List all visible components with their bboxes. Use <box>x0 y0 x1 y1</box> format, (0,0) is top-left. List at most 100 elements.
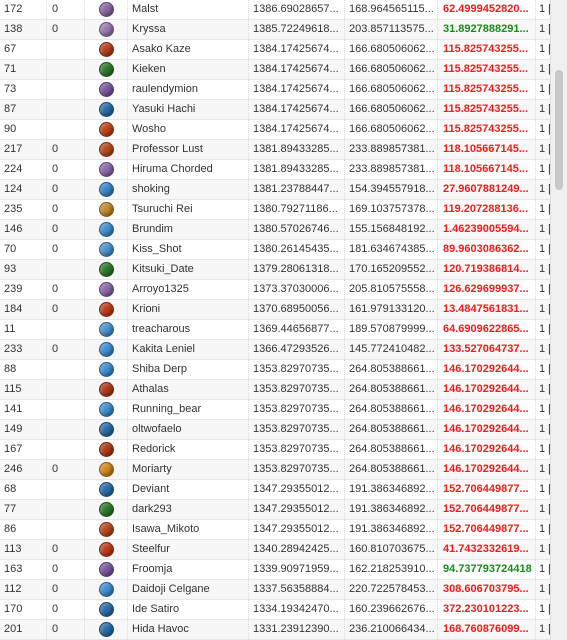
player-name-cell[interactable]: Deviant <box>128 480 249 499</box>
table-row[interactable]: 86 Isawa_Mikoto 1347.29355012... 191.386346… <box>0 520 567 540</box>
change-cell: 152.706449877... <box>438 480 536 499</box>
table-row[interactable]: 141 Running_bear 1353.82970735... 264.80538… <box>0 400 567 420</box>
change-cell: 126.629699937... <box>438 280 536 299</box>
player-name-cell[interactable]: Professor Lust <box>128 140 249 159</box>
avatar-icon <box>99 102 114 117</box>
avatar-icon <box>99 122 114 137</box>
avatar-cell <box>85 460 128 479</box>
table-row[interactable]: 146 0 Brundim 1380.57026746... 155.156848192… <box>0 220 567 240</box>
change-cell: 119.207288136... <box>438 200 536 219</box>
table-row[interactable]: 184 0 Krioni 1370.68950056... 161.979133120.… <box>0 300 567 320</box>
avatar-cell <box>85 260 128 279</box>
extra-cell: 1 [ <box>539 163 550 175</box>
vertical-scrollbar[interactable] <box>550 0 567 640</box>
table-row[interactable]: 11 treacharous 1369.44656877... 189.5708799… <box>0 320 567 340</box>
extra-cell: 1 [ <box>539 543 550 555</box>
avatar-icon <box>99 42 114 57</box>
player-name-cell[interactable]: Froomja <box>128 560 249 579</box>
deviation-cell: 264.805388661... <box>345 400 438 419</box>
table-row[interactable]: 67 Asako Kaze 1384.17425674... 166.68050606… <box>0 40 567 60</box>
change-cell: 118.105667145... <box>438 160 536 179</box>
extra-cell: 1 [ <box>539 503 550 515</box>
table-row[interactable]: 71 Kieken 1384.17425674... 166.680506062...… <box>0 60 567 80</box>
table-row[interactable]: 149 oltwofaelo 1353.82970735... 264.8053886… <box>0 420 567 440</box>
player-name-cell[interactable]: shoking <box>128 180 249 199</box>
table-row[interactable]: 68 Deviant 1347.29355012... 191.386346892..… <box>0 480 567 500</box>
count-cell <box>47 520 85 539</box>
player-name-cell[interactable]: raulendymion <box>128 80 249 99</box>
player-name-cell[interactable]: Running_bear <box>128 400 249 419</box>
player-name-cell[interactable]: Tsuruchi Rei <box>128 200 249 219</box>
player-name-cell[interactable]: Hida Havoc <box>128 620 249 639</box>
player-name-cell[interactable]: Kiss_Shot <box>128 240 249 259</box>
table-row[interactable]: 70 0 Kiss_Shot 1380.26145435... 181.63467438… <box>0 240 567 260</box>
table-row[interactable]: 224 0 Hiruma Chorded 1381.89433285... 233.88… <box>0 160 567 180</box>
table-row[interactable]: 172 0 Malst 1386.69028657... 168.964565115..… <box>0 0 567 20</box>
table-row[interactable]: 163 0 Froomja 1339.90971959... 162.218253910… <box>0 560 567 580</box>
table-row[interactable]: 93 Kitsuki_Date 1379.28061318... 170.165209… <box>0 260 567 280</box>
deviation-cell: 181.634674385... <box>345 240 438 259</box>
player-name-cell[interactable]: Malst <box>128 0 249 19</box>
table-row[interactable]: 246 0 Moriarty 1353.82970735... 264.80538866… <box>0 460 567 480</box>
player-name-cell[interactable]: Kitsuki_Date <box>128 260 249 279</box>
player-name-cell[interactable]: Arroyo1325 <box>128 280 249 299</box>
table-row[interactable]: 124 0 shoking 1381.23788447... 154.394557918… <box>0 180 567 200</box>
scrollbar-thumb[interactable] <box>555 70 563 190</box>
player-name-cell[interactable]: Yasuki Hachi <box>128 100 249 119</box>
avatar-cell <box>85 0 128 19</box>
count-cell <box>47 500 85 519</box>
player-name-cell[interactable]: Asako Kaze <box>128 40 249 59</box>
deviation-cell: 264.805388661... <box>345 380 438 399</box>
player-name-cell[interactable]: Wosho <box>128 120 249 139</box>
player-name-cell[interactable]: Athalas <box>128 380 249 399</box>
player-name-cell[interactable]: treacharous <box>128 320 249 339</box>
player-name-cell[interactable]: Isawa_Mikoto <box>128 520 249 539</box>
rating-cell: 1353.82970735... <box>249 420 345 439</box>
extra-cell: 1 [ <box>539 123 550 135</box>
player-name-cell[interactable]: Kieken <box>128 60 249 79</box>
table-row[interactable]: 201 0 Hida Havoc 1331.23912390... 236.210066… <box>0 620 567 640</box>
player-name-cell[interactable]: Ide Satiro <box>128 600 249 619</box>
player-id-cell: 233 <box>0 340 47 359</box>
table-row[interactable]: 170 0 Ide Satiro 1334.19342470... 160.239662… <box>0 600 567 620</box>
player-name-cell[interactable]: Shiba Derp <box>128 360 249 379</box>
table-row[interactable]: 88 Shiba Derp 1353.82970735... 264.80538866… <box>0 360 567 380</box>
table-row[interactable]: 233 0 Kakita Leniel 1366.47293526... 145.772… <box>0 340 567 360</box>
deviation-cell: 145.772410482... <box>345 340 438 359</box>
avatar-icon <box>99 82 114 97</box>
avatar-icon <box>99 162 114 177</box>
change-cell: 115.825743255... <box>438 60 536 79</box>
player-name-cell[interactable]: Redorick <box>128 440 249 459</box>
player-name-cell[interactable]: Daidoji Celgane <box>128 580 249 599</box>
table-row[interactable]: 73 raulendymion 1384.17425674... 166.680506… <box>0 80 567 100</box>
table-row[interactable]: 217 0 Professor Lust 1381.89433285... 233.88… <box>0 140 567 160</box>
avatar-cell <box>85 140 128 159</box>
table-row[interactable]: 113 0 Steelfur 1340.28942425... 160.81070367… <box>0 540 567 560</box>
count-cell: 0 <box>47 540 85 559</box>
player-name-cell[interactable]: oltwofaelo <box>128 420 249 439</box>
player-id-cell: 217 <box>0 140 47 159</box>
player-name-cell[interactable]: Kryssa <box>128 20 249 39</box>
table-row[interactable]: 112 0 Daidoji Celgane 1337.56358884... 220.7… <box>0 580 567 600</box>
table-row[interactable]: 90 Wosho 1384.17425674... 166.680506062... 1… <box>0 120 567 140</box>
rating-cell: 1379.28061318... <box>249 260 345 279</box>
extra-cell: 1 [ <box>539 303 550 315</box>
player-name-cell[interactable]: Krioni <box>128 300 249 319</box>
table-row[interactable]: 138 0 Kryssa 1385.72249618... 203.857113575.… <box>0 20 567 40</box>
player-name-cell[interactable]: Brundim <box>128 220 249 239</box>
count-cell: 0 <box>47 200 85 219</box>
table-row[interactable]: 87 Yasuki Hachi 1384.17425674... 166.680506… <box>0 100 567 120</box>
avatar-cell <box>85 160 128 179</box>
player-name-cell[interactable]: Steelfur <box>128 540 249 559</box>
player-name-cell[interactable]: Hiruma Chorded <box>128 160 249 179</box>
rating-cell: 1353.82970735... <box>249 440 345 459</box>
player-name-cell[interactable]: dark293 <box>128 500 249 519</box>
table-row[interactable]: 239 0 Arroyo1325 1373.37030006... 205.810575… <box>0 280 567 300</box>
avatar-icon <box>99 62 114 77</box>
player-name-cell[interactable]: Moriarty <box>128 460 249 479</box>
table-row[interactable]: 77 dark293 1347.29355012... 191.386346892..… <box>0 500 567 520</box>
table-row[interactable]: 235 0 Tsuruchi Rei 1380.79271186... 169.1037… <box>0 200 567 220</box>
player-name-cell[interactable]: Kakita Leniel <box>128 340 249 359</box>
table-row[interactable]: 167 Redorick 1353.82970735... 264.805388661… <box>0 440 567 460</box>
table-row[interactable]: 115 Athalas 1353.82970735... 264.805388661.… <box>0 380 567 400</box>
